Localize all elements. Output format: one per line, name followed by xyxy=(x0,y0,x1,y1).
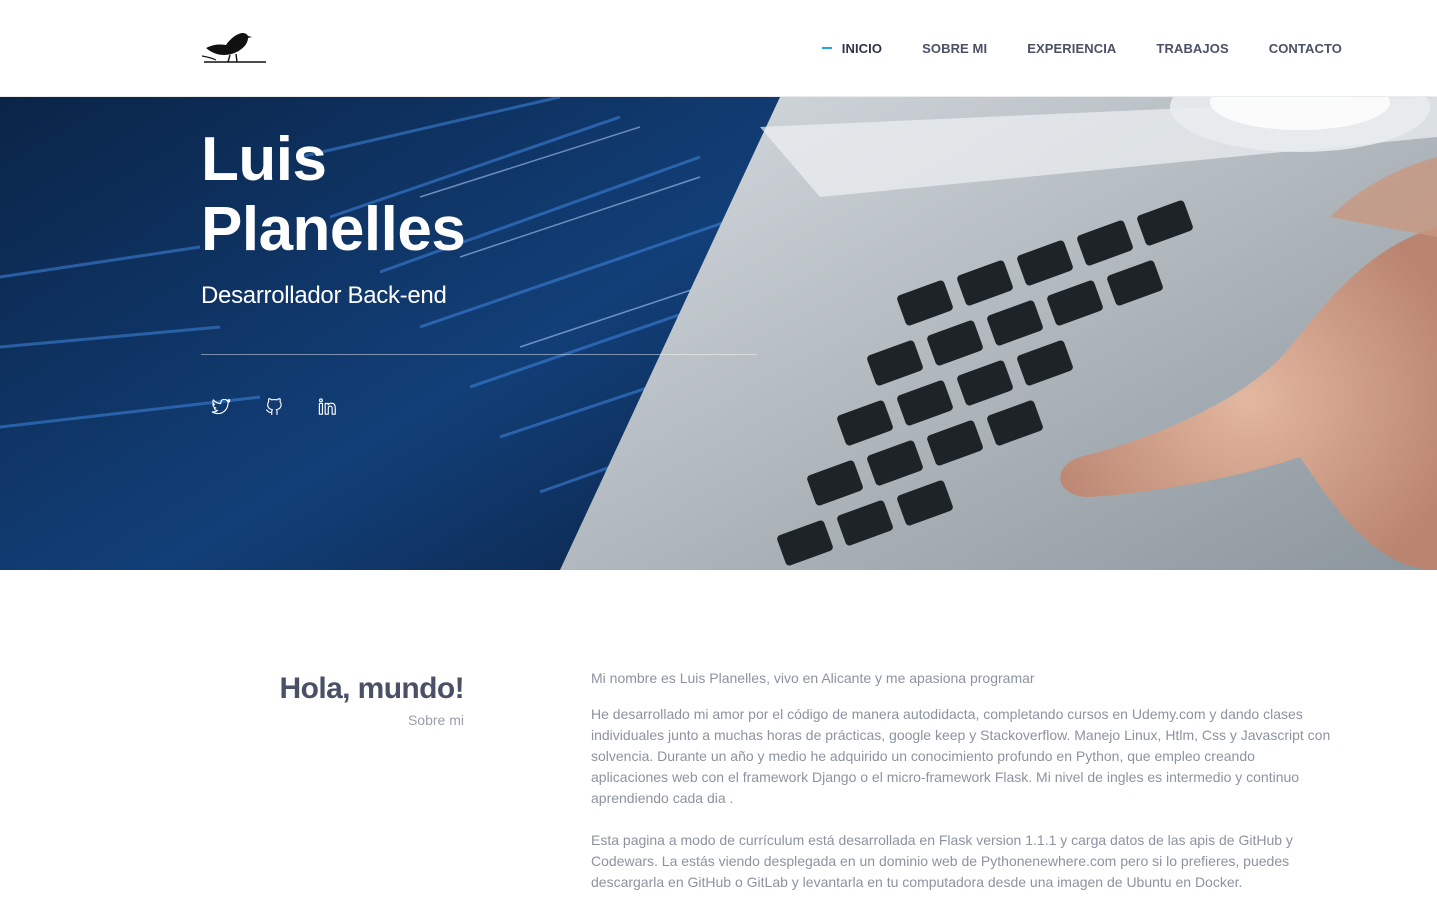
nav-item-label: EXPERIENCIA xyxy=(1027,40,1117,56)
github-icon xyxy=(265,397,283,421)
about-subtitle: Sobre mi xyxy=(407,712,464,728)
nav-item-contacto[interactable]: CONTACTO xyxy=(1269,38,1342,58)
nav-item-sobre-mi[interactable]: SOBRE MI xyxy=(922,38,987,58)
hero-content: Luis Planelles Desarrollador Back-end xyxy=(201,125,561,311)
main-nav: INICIO SOBRE MI EXPERIENCIA TRABAJOS CON… xyxy=(821,38,1342,58)
bird-logo-icon[interactable] xyxy=(200,28,266,68)
nav-item-inicio[interactable]: INICIO xyxy=(821,38,883,58)
about-heading: Hola, mundo! Sobre mi xyxy=(279,670,465,728)
active-indicator xyxy=(821,47,832,49)
about-paragraph: Mi nombre es Luis Planelles, vivo en Ali… xyxy=(591,670,1035,686)
hero-name-last: Planelles xyxy=(201,195,466,264)
twitter-icon xyxy=(211,398,231,420)
about-paragraph: He desarrollado mi amor por el código de… xyxy=(591,706,1331,806)
nav-item-trabajos[interactable]: TRABAJOS xyxy=(1156,38,1228,58)
hero-subtitle: Desarrollador Back-end xyxy=(201,282,447,309)
twitter-link[interactable] xyxy=(201,395,241,423)
github-link[interactable] xyxy=(254,395,294,423)
hero-name: Luis Planelles xyxy=(201,125,561,265)
social-links xyxy=(201,395,360,423)
about-body: Mi nombre es Luis Planelles, vivo en Ali… xyxy=(591,668,1331,908)
nav-item-label: CONTACTO xyxy=(1268,40,1342,56)
nav-item-label: TRABAJOS xyxy=(1156,40,1229,56)
nav-item-experiencia[interactable]: EXPERIENCIA xyxy=(1027,38,1116,58)
linkedin-icon xyxy=(318,398,337,420)
hero-section: Luis Planelles Desarrollador Back-end xyxy=(0,97,1437,570)
linkedin-link[interactable] xyxy=(307,395,347,423)
nav-item-label: INICIO xyxy=(841,40,883,56)
hero-name-first: Luis xyxy=(201,125,327,194)
about-paragraph: Esta pagina a modo de currículum está de… xyxy=(591,832,1293,890)
about-title: Hola, mundo! xyxy=(279,672,465,705)
site-header: INICIO SOBRE MI EXPERIENCIA TRABAJOS CON… xyxy=(0,0,1437,97)
hero-divider xyxy=(201,354,757,355)
nav-item-label: SOBRE MI xyxy=(922,40,988,56)
